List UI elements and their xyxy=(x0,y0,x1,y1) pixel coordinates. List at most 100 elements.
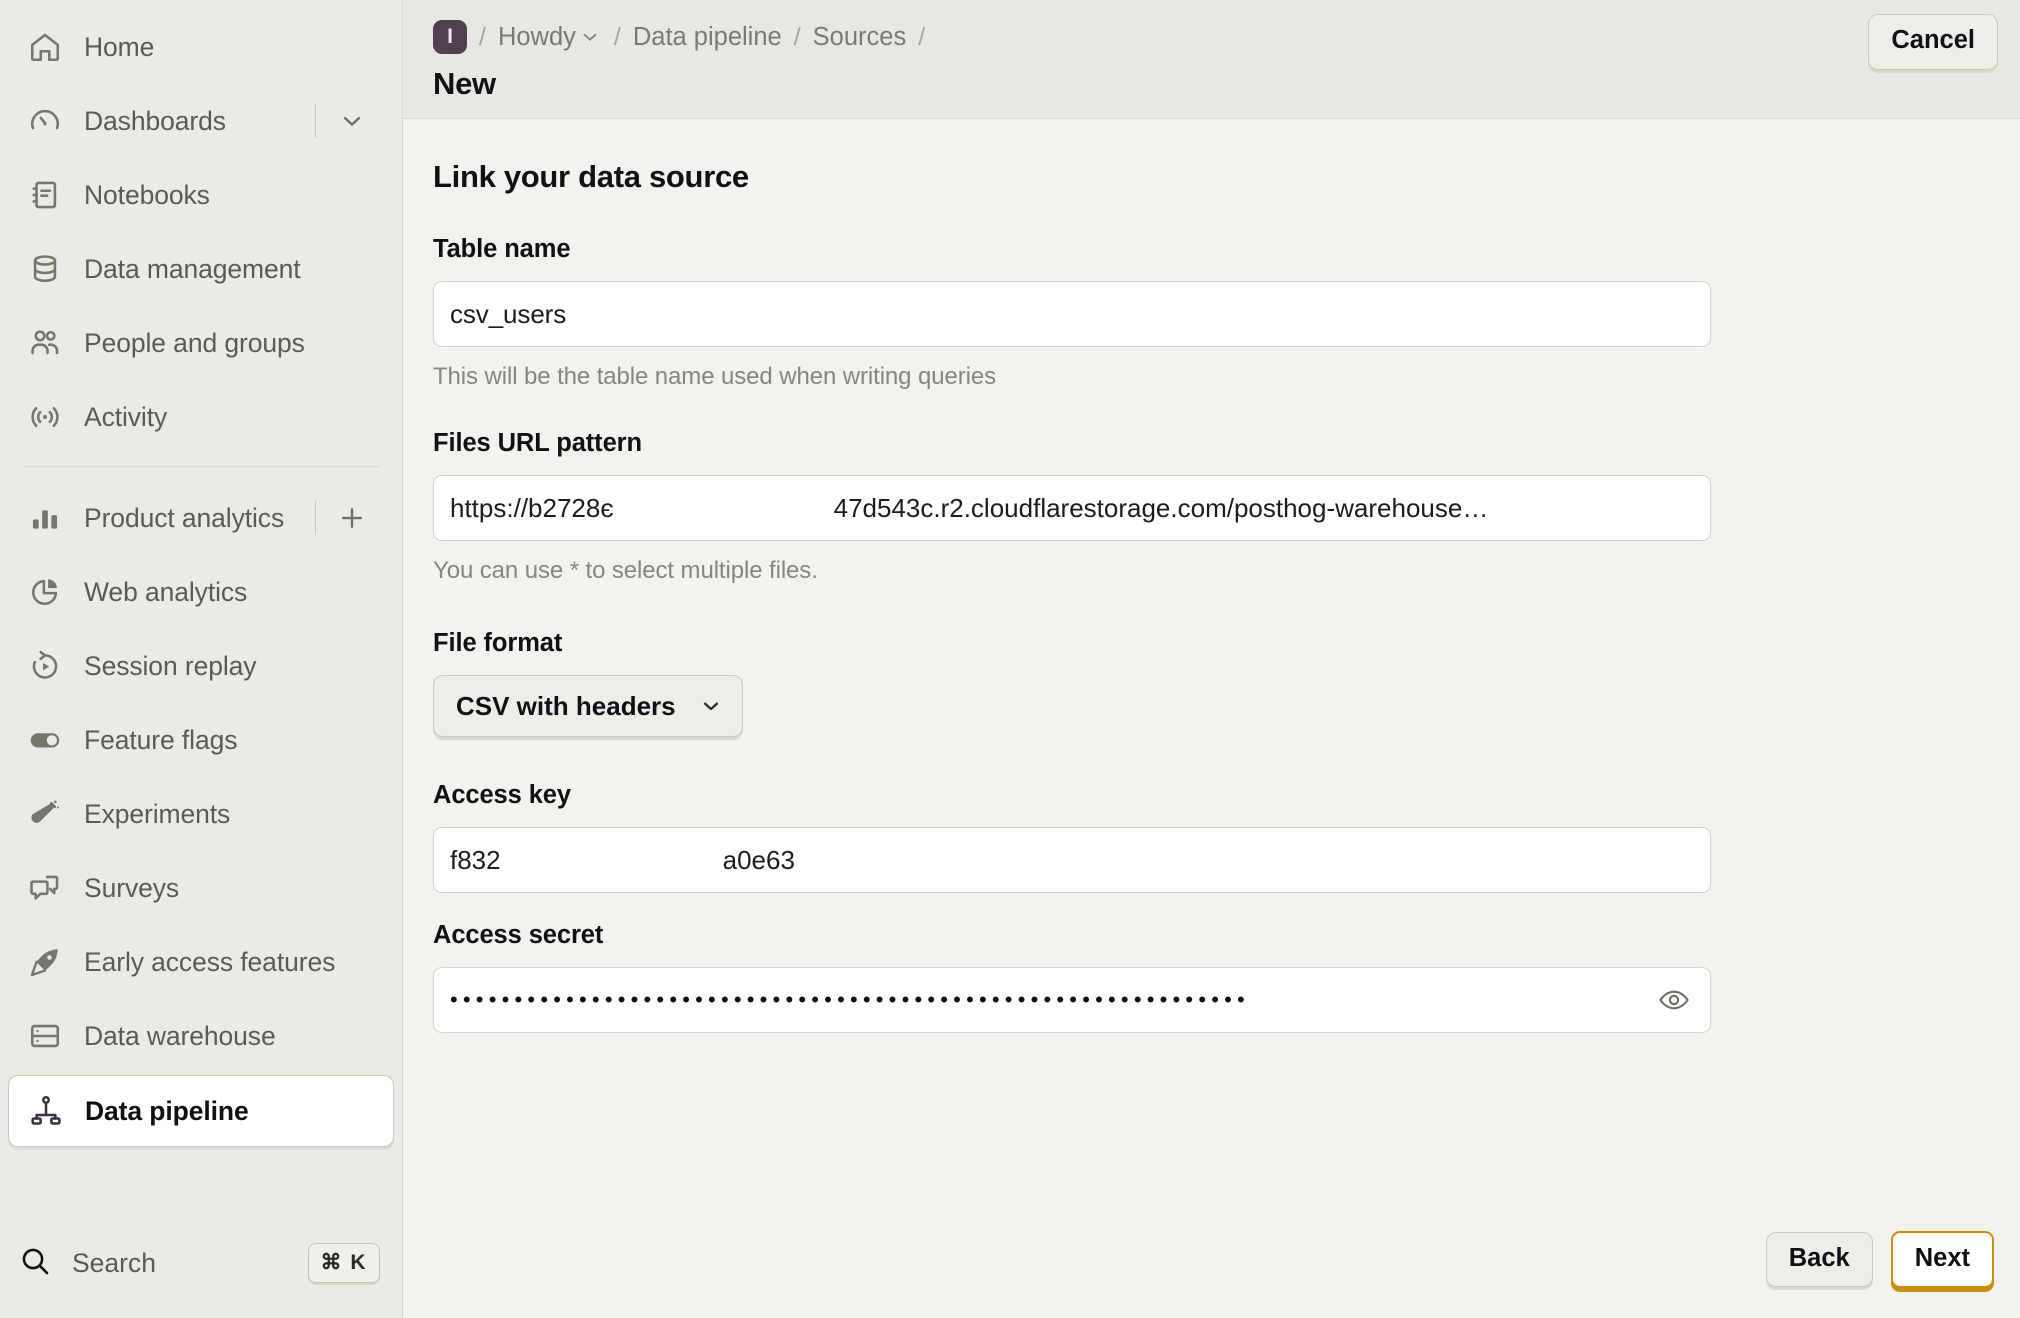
sidebar-item-product-analytics[interactable]: Product analytics xyxy=(8,481,394,555)
files-url-pattern-value-suffix: 47d543c.r2.cloudflarestorage.com/posthog… xyxy=(833,492,1489,523)
pie-chart-icon xyxy=(26,573,64,611)
sidebar-item-experiments[interactable]: Experiments xyxy=(8,777,394,851)
sidebar-item-label: People and groups xyxy=(84,327,305,358)
database-icon xyxy=(26,250,64,288)
breadcrumb-wrapper: I / Howdy / Data pipeline / Sources / Ne… xyxy=(433,14,925,102)
cancel-button[interactable]: Cancel xyxy=(1868,14,1998,70)
access-key-value: f832 a0e63 xyxy=(450,845,1694,876)
sidebar-search[interactable]: Search ⌘ K xyxy=(0,1226,402,1300)
sidebar-item-surveys[interactable]: Surveys xyxy=(8,851,394,925)
access-key-input[interactable]: f832 a0e63 xyxy=(433,827,1711,893)
speech-bubbles-icon xyxy=(26,869,64,907)
breadcrumb: I / Howdy / Data pipeline / Sources / xyxy=(433,14,925,60)
file-format-selected-value: CSV with headers xyxy=(456,690,676,721)
hint-table-name: This will be the table name used when wr… xyxy=(433,363,997,390)
sidebar-item-activity[interactable]: Activity xyxy=(8,380,394,454)
table-name-input[interactable]: csv_users xyxy=(433,281,1711,347)
project-badge[interactable]: I xyxy=(433,20,467,54)
search-shortcut-badge: ⌘ K xyxy=(307,1243,380,1283)
sidebar-item-label: Dashboards xyxy=(84,105,226,136)
pipeline-nodes-icon xyxy=(27,1092,65,1130)
files-url-pattern-value: https://b2728є 47d543c.r2.cloudflarestor… xyxy=(450,493,1694,524)
sidebar-item-label: Session replay xyxy=(84,650,257,681)
access-key-value-prefix: f832 xyxy=(450,844,501,875)
chevron-down-icon xyxy=(698,693,724,719)
divider xyxy=(314,104,316,138)
breadcrumb-item-data-pipeline[interactable]: Data pipeline xyxy=(633,23,782,52)
server-rack-icon xyxy=(26,1017,64,1055)
divider xyxy=(314,501,316,535)
sidebar-secondary-group: Product analytics Web analytics Session … xyxy=(0,467,402,1153)
bar-chart-icon xyxy=(26,499,64,537)
chevron-down-icon[interactable] xyxy=(578,25,602,49)
form-heading: Link your data source xyxy=(433,159,749,194)
sidebar-item-notebooks[interactable]: Notebooks xyxy=(8,158,394,232)
breadcrumb-separator: / xyxy=(613,22,621,51)
next-button[interactable]: Next xyxy=(1890,1230,1994,1288)
sidebar-item-home[interactable]: Home xyxy=(8,10,394,84)
hint-files-url-pattern: You can use * to select multiple files. xyxy=(433,557,818,584)
field-label-file-format: File format xyxy=(433,629,563,657)
sidebar-item-label: Surveys xyxy=(84,872,180,903)
sidebar-item-session-replay[interactable]: Session replay xyxy=(8,629,394,703)
access-secret-input[interactable]: ••••••••••••••••••••••••••••••••••••••••… xyxy=(433,967,1711,1033)
sidebar-item-early-access-features[interactable]: Early access features xyxy=(8,925,394,999)
link-data-source-form: Link your data source Table name csv_use… xyxy=(433,159,1713,1033)
breadcrumb-item-howdy[interactable]: Howdy xyxy=(498,23,602,52)
app-root: Home Dashboards Notebooks Data managemen… xyxy=(0,0,2020,1318)
main-area: I / Howdy / Data pipeline / Sources / Ne… xyxy=(403,0,2020,1318)
file-format-select[interactable]: CSV with headers xyxy=(433,675,743,737)
home-icon xyxy=(26,28,64,66)
eye-icon[interactable] xyxy=(1652,978,1696,1022)
sidebar-item-label: Product analytics xyxy=(84,502,285,533)
files-url-pattern-input[interactable]: https://b2728є 47d543c.r2.cloudflarestor… xyxy=(433,475,1711,541)
main-inner: Link your data source Table name csv_use… xyxy=(403,119,2020,1318)
sidebar-item-label: Experiments xyxy=(84,798,231,829)
chevron-down-icon[interactable] xyxy=(332,101,372,141)
form-actions: Back Next xyxy=(1765,1230,1994,1288)
sidebar-item-dashboards[interactable]: Dashboards xyxy=(8,84,394,158)
sidebar-item-data-management[interactable]: Data management xyxy=(8,232,394,306)
breadcrumb-separator: / xyxy=(918,22,926,51)
breadcrumb-separator: / xyxy=(793,22,801,51)
sidebar: Home Dashboards Notebooks Data managemen… xyxy=(0,0,403,1318)
field-label-access-secret: Access secret xyxy=(433,921,604,949)
field-access-secret: Access secret ••••••••••••••••••••••••••… xyxy=(433,921,1713,1033)
sidebar-item-label: Notebooks xyxy=(84,179,210,210)
field-table-name: Table name csv_users This will be the ta… xyxy=(433,235,1713,391)
access-secret-value: ••••••••••••••••••••••••••••••••••••••••… xyxy=(450,987,1250,1012)
sidebar-primary-group: Home Dashboards Notebooks Data managemen… xyxy=(0,0,402,454)
replay-play-icon xyxy=(26,647,64,685)
sidebar-item-label: Data pipeline xyxy=(85,1095,249,1126)
files-url-pattern-value-prefix: https://b2728є xyxy=(450,492,614,523)
sidebar-item-feature-flags[interactable]: Feature flags xyxy=(8,703,394,777)
breadcrumb-separator: / xyxy=(479,22,486,51)
activity-broadcast-icon xyxy=(26,398,64,436)
access-key-value-suffix: a0e63 xyxy=(722,844,795,875)
notebook-icon xyxy=(26,176,64,214)
content-scroll: Link your data source Table name csv_use… xyxy=(403,119,2020,1033)
sidebar-search-label: Search xyxy=(72,1247,156,1278)
sidebar-item-data-warehouse[interactable]: Data warehouse xyxy=(8,999,394,1073)
breadcrumb-item-sources[interactable]: Sources xyxy=(813,23,907,52)
back-button[interactable]: Back xyxy=(1765,1231,1873,1287)
dashboard-gauge-icon xyxy=(26,102,64,140)
sidebar-item-web-analytics[interactable]: Web analytics xyxy=(8,555,394,629)
field-file-format: File format CSV with headers xyxy=(433,629,1713,737)
sidebar-item-label: Feature flags xyxy=(84,724,238,755)
sidebar-item-label: Data warehouse xyxy=(84,1020,276,1051)
field-files-url-pattern: Files URL pattern https://b2728є 47d543c… xyxy=(433,429,1713,585)
sidebar-item-label: Web analytics xyxy=(84,576,248,607)
flask-icon xyxy=(26,795,64,833)
sidebar-item-people-and-groups[interactable]: People and groups xyxy=(8,306,394,380)
toggle-icon xyxy=(26,721,64,759)
plus-icon[interactable] xyxy=(332,498,372,538)
breadcrumb-label[interactable]: Howdy xyxy=(498,23,576,52)
topbar: I / Howdy / Data pipeline / Sources / Ne… xyxy=(403,0,2020,119)
table-name-value: csv_users xyxy=(450,298,567,329)
people-icon xyxy=(26,324,64,362)
sidebar-item-data-pipeline[interactable]: Data pipeline xyxy=(8,1075,394,1147)
sidebar-item-label: Activity xyxy=(84,401,168,432)
